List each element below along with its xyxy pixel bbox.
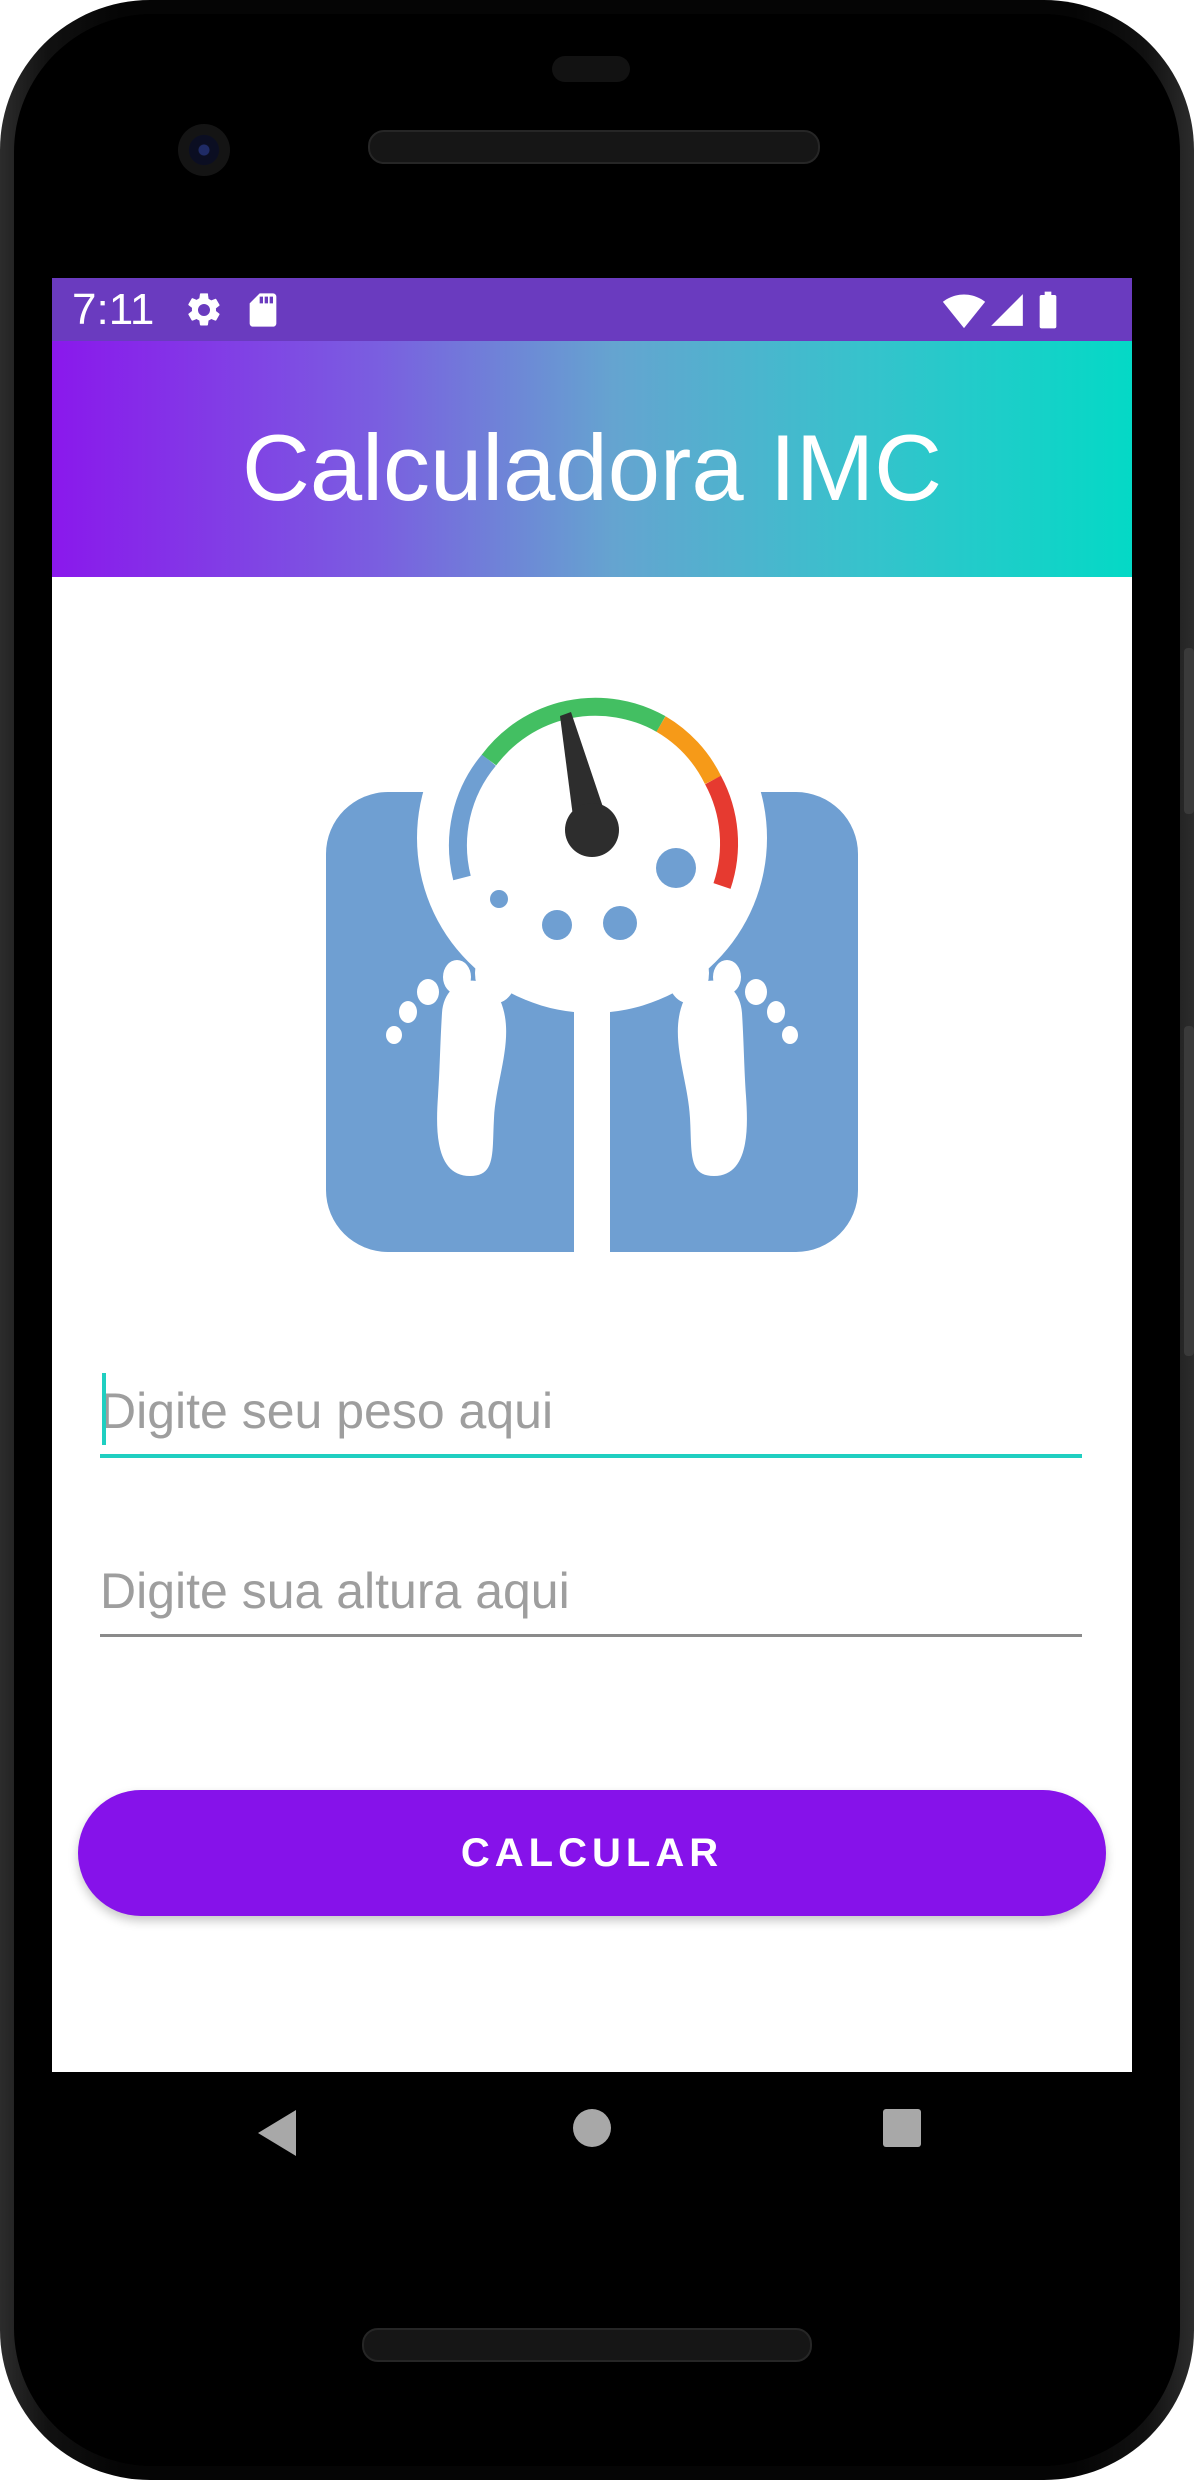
dial-dot — [603, 906, 637, 940]
weight-input[interactable] — [100, 1366, 1082, 1456]
height-input[interactable] — [100, 1546, 1082, 1636]
recents-icon[interactable] — [882, 2108, 922, 2148]
cell-signal-icon — [991, 294, 1023, 326]
status-bar: 7:11 — [52, 278, 1132, 341]
gear-icon — [188, 293, 220, 326]
text-cursor — [102, 1373, 106, 1445]
earpiece-speaker — [368, 130, 820, 164]
page: 7:11 Calculadora IMC Digite seu peso aqu… — [0, 0, 1194, 2480]
home-icon[interactable] — [572, 2108, 612, 2148]
back-icon[interactable] — [256, 2108, 300, 2158]
bathroom-scale-icon — [326, 663, 858, 1258]
weight-input-underline — [100, 1454, 1082, 1458]
app-bar: Calculadora IMC — [52, 341, 1132, 577]
power-button — [1184, 648, 1194, 814]
status-time: 7:11 — [72, 285, 155, 334]
calculate-button[interactable]: CALCULAR — [78, 1790, 1106, 1916]
bottom-speaker — [362, 2328, 812, 2362]
dial-dot — [490, 890, 508, 908]
sd-card-icon — [249, 293, 277, 327]
gauge-pivot — [565, 803, 619, 857]
dial-dot — [656, 848, 696, 888]
dial-dot — [542, 910, 572, 940]
volume-button — [1184, 1026, 1194, 1356]
height-input-underline — [100, 1634, 1082, 1637]
wifi-icon — [942, 294, 986, 329]
proximity-sensor — [552, 56, 630, 82]
screen: 7:11 Calculadora IMC Digite seu peso aqu… — [52, 278, 1132, 2072]
front-camera — [178, 124, 230, 176]
app-title: Calculadora IMC — [241, 415, 943, 520]
battery-icon — [1039, 291, 1057, 329]
